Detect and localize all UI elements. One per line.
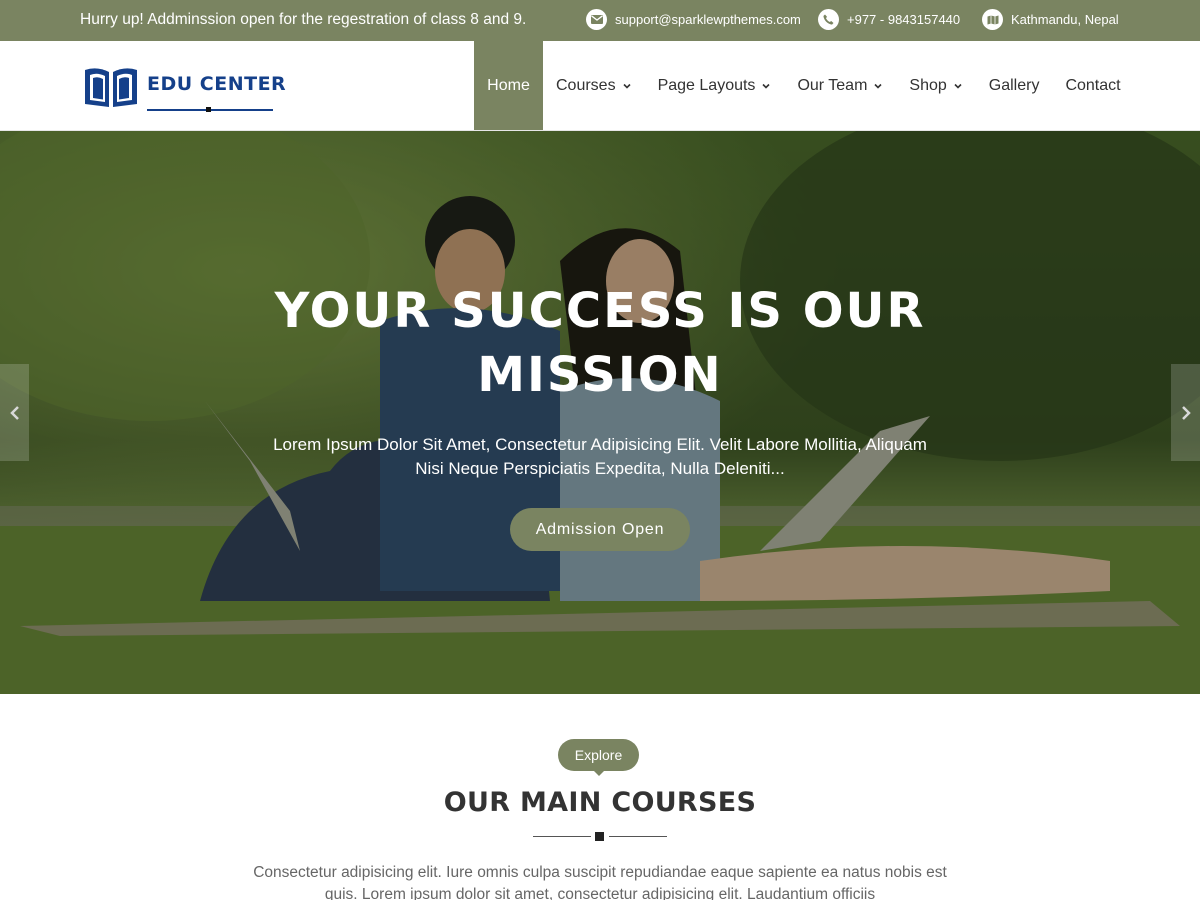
- admission-open-button[interactable]: Admission Open: [510, 508, 690, 551]
- chevron-down-icon: [954, 83, 962, 89]
- email-contact[interactable]: support@sparklewpthemes.com: [586, 9, 801, 30]
- envelope-icon: [586, 9, 607, 30]
- site-logo[interactable]: EDU CENTER: [83, 64, 286, 113]
- slider-next-button[interactable]: [1171, 364, 1200, 461]
- chevron-down-icon: [623, 83, 631, 89]
- phone-text[interactable]: +977 - 9843157440: [847, 12, 960, 27]
- chevron-right-icon: [1181, 405, 1191, 420]
- phone-contact[interactable]: +977 - 9843157440: [818, 9, 960, 30]
- nav-item-home[interactable]: Home: [474, 41, 543, 130]
- chevron-down-icon: [762, 83, 771, 89]
- hero-description: Lorem Ipsum Dolor Sit Amet, Consectetur …: [273, 435, 927, 478]
- open-book-icon: [83, 64, 139, 113]
- hero-overlay: [0, 131, 1200, 694]
- location-contact: Kathmandu, Nepal: [982, 9, 1119, 30]
- email-text[interactable]: support@sparklewpthemes.com: [615, 12, 801, 27]
- nav-item-our-team[interactable]: Our Team: [784, 41, 896, 130]
- top-bar: Hurry up! Addminssion open for the reges…: [0, 0, 1200, 41]
- nav-item-contact[interactable]: Contact: [1052, 41, 1133, 130]
- admission-notice: Hurry up! Addminssion open for the reges…: [80, 11, 527, 28]
- chevron-down-icon: [874, 83, 882, 89]
- hero-slider: YOUR SUCCESS IS OUR MISSION Lorem Ipsum …: [0, 131, 1200, 694]
- site-header: EDU CENTER Home Courses Page Layouts Our…: [0, 41, 1200, 131]
- slider-prev-button[interactable]: [0, 364, 29, 461]
- nav-item-courses[interactable]: Courses: [543, 41, 645, 130]
- courses-section-title: OUR MAIN COURSES: [443, 787, 757, 818]
- nav-item-gallery[interactable]: Gallery: [976, 41, 1053, 130]
- title-divider-right: [609, 836, 667, 837]
- explore-badge-tail: [592, 769, 606, 776]
- map-icon: [982, 9, 1003, 30]
- phone-icon: [818, 9, 839, 30]
- title-divider-square: [595, 832, 604, 841]
- explore-badge: Explore: [558, 739, 639, 771]
- nav-item-shop[interactable]: Shop: [896, 41, 975, 130]
- nav-item-page-layouts[interactable]: Page Layouts: [645, 41, 785, 130]
- location-text: Kathmandu, Nepal: [1011, 12, 1119, 27]
- hero-title: YOUR SUCCESS IS OUR MISSION: [274, 283, 926, 403]
- main-nav: Home Courses Page Layouts Our Team Shop …: [474, 41, 1134, 130]
- logo-title: EDU CENTER: [147, 73, 287, 95]
- chevron-left-icon: [9, 405, 19, 420]
- logo-dot: [206, 107, 211, 112]
- courses-section-description: Consectetur adipisicing elit. Iure omnis…: [253, 864, 947, 900]
- title-divider-left: [533, 836, 591, 837]
